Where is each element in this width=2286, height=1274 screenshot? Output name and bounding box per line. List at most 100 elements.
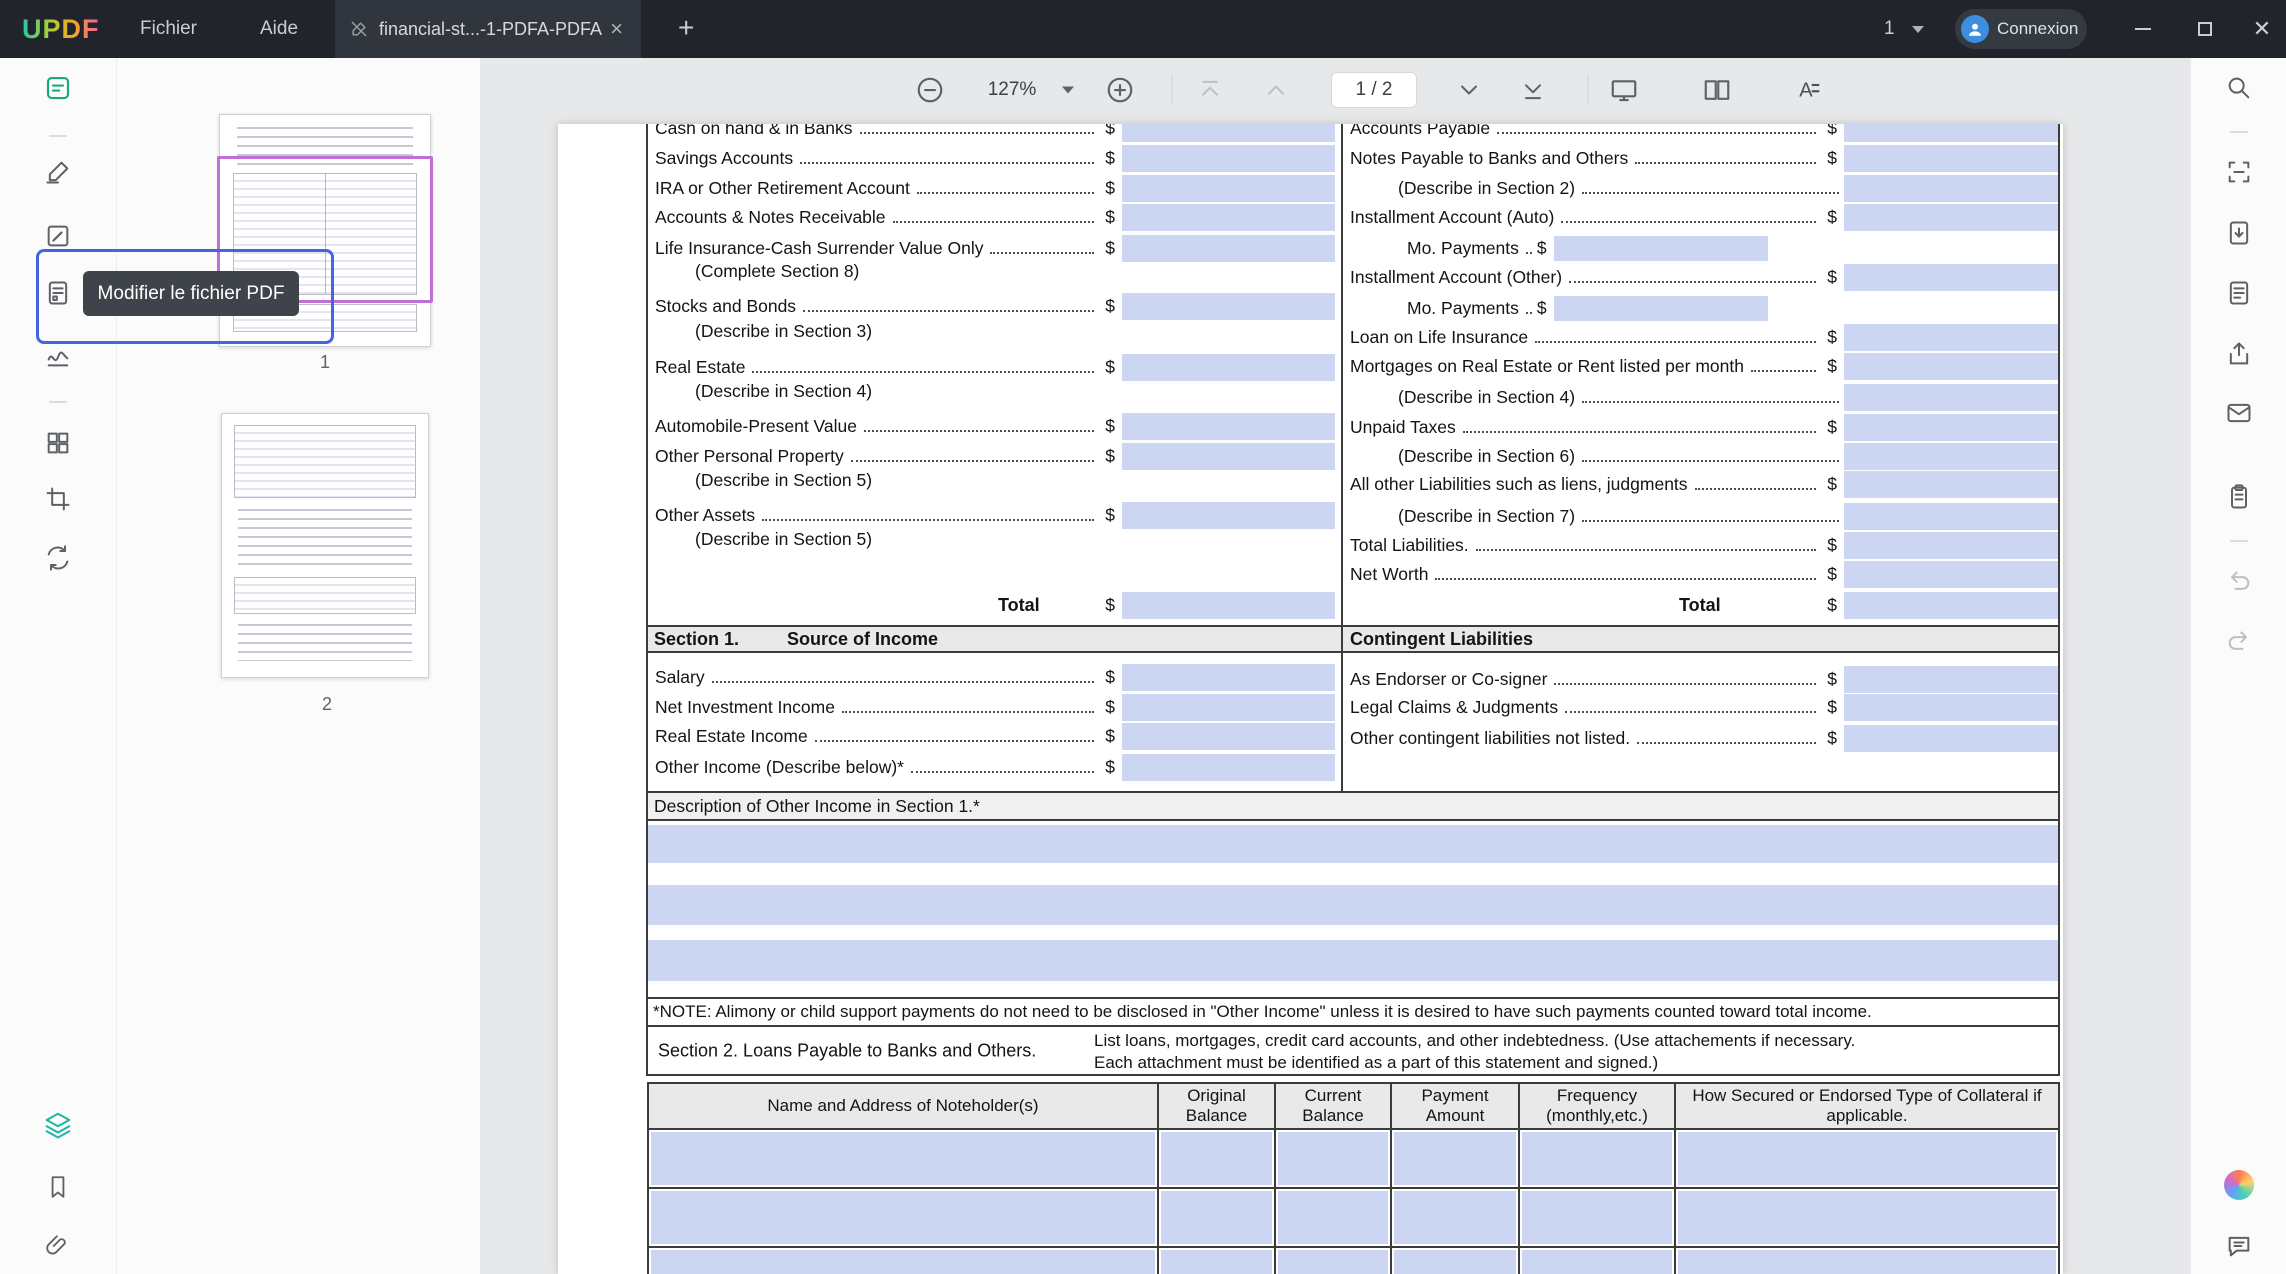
amount-field[interactable] [1844,175,2058,202]
zoom-level[interactable]: 127% [988,79,1037,101]
amount-field[interactable] [1844,204,2058,231]
noteholder-field[interactable] [1161,1250,1272,1274]
amount-field[interactable] [1122,664,1335,691]
maximize-button[interactable] [2177,0,2233,58]
login-button[interactable]: Connexion [1955,9,2087,49]
noteholder-field[interactable] [1522,1250,1672,1274]
noteholder-field[interactable] [1678,1132,2056,1185]
amount-field[interactable] [1844,443,2058,470]
noteholder-field[interactable] [1278,1132,1388,1185]
mo-amount-field[interactable] [1554,236,1768,261]
amount-field[interactable] [1122,175,1335,202]
ocr-button[interactable] [2219,152,2259,192]
zoom-dropdown[interactable] [1062,87,1074,94]
noteholder-field[interactable] [1394,1250,1516,1274]
amount-field[interactable] [1844,324,2058,351]
zoom-in-button[interactable] [1105,75,1135,105]
two-page-view-button[interactable] [1702,75,1732,105]
amount-field[interactable] [1844,384,2058,411]
bookmark-panel-button[interactable] [38,1167,78,1207]
noteholder-field[interactable] [651,1250,1155,1274]
noteholder-field[interactable] [651,1132,1155,1185]
amount-field[interactable] [1122,694,1335,721]
amount-field[interactable] [1844,532,2058,559]
versions-button[interactable] [2219,477,2259,517]
noteholder-field[interactable] [1678,1191,2056,1244]
noteholder-field[interactable] [1278,1191,1388,1244]
menu-fichier[interactable]: Fichier [130,0,207,58]
other-income-field-3[interactable] [648,940,2058,981]
next-page-button[interactable] [1455,76,1483,104]
edit-pdf-button[interactable] [38,216,78,256]
redo-button[interactable] [2219,623,2259,663]
amount-field[interactable] [1844,264,2058,291]
noteholder-field[interactable] [1394,1132,1516,1185]
convert-tool-button[interactable] [38,538,78,578]
liabilities-total-field[interactable] [1844,592,2058,619]
presentation-mode-button[interactable] [1609,75,1639,105]
amount-field[interactable] [1844,124,2058,142]
zoom-out-button[interactable] [915,75,945,105]
amount-field[interactable] [1844,414,2058,441]
amount-field[interactable] [1122,145,1335,172]
attachment-panel-button[interactable] [38,1226,78,1266]
reader-mode-button[interactable] [38,68,78,108]
close-window-button[interactable]: ✕ [2234,0,2286,58]
amount-field[interactable] [1844,471,2058,498]
noteholder-field[interactable] [1161,1191,1272,1244]
new-tab-button[interactable]: + [668,0,704,58]
crop-tool-button[interactable] [38,479,78,519]
dotted-leader [1565,711,1816,713]
text-recognition-button[interactable]: A [1793,75,1823,105]
other-income-field-1[interactable] [648,825,2058,863]
mo-amount-field[interactable] [1554,296,1768,321]
pdf-page[interactable]: Total $ Cash on hand & in Banks$Savings … [558,124,2063,1274]
feedback-button[interactable] [2219,1226,2259,1266]
other-income-field-2[interactable] [648,885,2058,925]
undo-button[interactable] [2219,563,2259,603]
amount-field[interactable] [1122,204,1335,231]
amount-field[interactable] [1122,754,1335,781]
amount-field[interactable] [1844,666,2058,693]
amount-field[interactable] [1844,503,2058,530]
email-button[interactable] [2219,393,2259,433]
summary-button[interactable] [2219,273,2259,313]
noteholder-field[interactable] [1394,1191,1516,1244]
amount-field[interactable] [1122,413,1335,440]
document-tab[interactable]: financial-st...-1-PDFA-PDFA × [335,0,641,58]
first-page-button[interactable] [1196,76,1224,104]
search-button[interactable] [2219,68,2259,108]
last-page-button[interactable] [1519,76,1547,104]
comment-tool-button[interactable] [38,152,78,192]
layers-panel-button[interactable] [38,1105,78,1145]
minimize-button[interactable] [2115,0,2171,58]
organize-pages-button[interactable] [38,423,78,463]
amount-field[interactable] [1844,725,2058,752]
noteholder-field[interactable] [1161,1132,1272,1185]
noteholder-field[interactable] [651,1191,1155,1244]
noteholder-field[interactable] [1522,1191,1672,1244]
tab-close-icon[interactable]: × [606,16,627,42]
noteholder-field[interactable] [1278,1250,1388,1274]
window-count[interactable]: 1 [1884,0,1895,58]
amount-field[interactable] [1844,694,2058,721]
forms-tool-button[interactable] [38,273,78,313]
page-indicator-input[interactable]: 1 / 2 [1331,72,1417,108]
amount-field[interactable] [1844,145,2058,172]
amount-field[interactable] [1122,124,1335,142]
extract-page-button[interactable] [2219,213,2259,253]
menu-aide[interactable]: Aide [250,0,308,58]
noteholder-field[interactable] [1678,1250,2056,1274]
form-row: Automobile-Present Value$ [646,411,1341,441]
amount-field[interactable] [1122,723,1335,750]
previous-page-button[interactable] [1262,76,1290,104]
amount-field[interactable] [1844,561,2058,588]
share-button[interactable] [2219,334,2259,374]
updf-ai-button[interactable] [2219,1165,2259,1205]
amount-field[interactable] [1844,353,2058,380]
assets-total-field[interactable] [1122,592,1335,619]
noteholder-field[interactable] [1522,1132,1672,1185]
signature-tool-button[interactable] [38,336,78,376]
page-thumbnail-2[interactable] [221,413,429,678]
chevron-down-icon[interactable] [1912,26,1924,33]
